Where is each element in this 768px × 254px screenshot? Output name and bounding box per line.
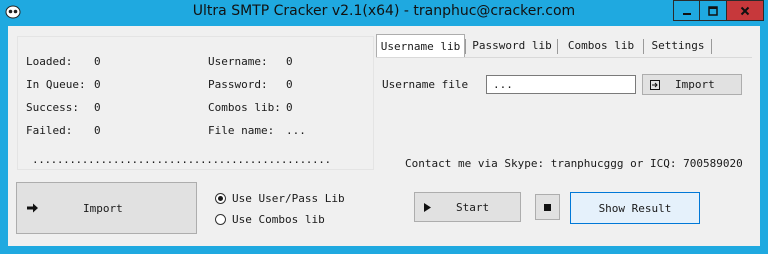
main-import-button[interactable]: Import (16, 182, 197, 234)
username-file-input[interactable]: ... (486, 75, 636, 94)
username-import-label: Import (675, 78, 715, 91)
play-icon (424, 202, 431, 212)
show-result-button[interactable]: Show Result (570, 192, 700, 224)
tab-separator (557, 39, 558, 54)
progress-indicator: ........................................… (32, 153, 331, 166)
use-combos-label[interactable]: Use Combos lib (232, 213, 325, 226)
failed-label: Failed: (26, 124, 73, 137)
tab-password-lib[interactable]: Password lib (470, 36, 554, 57)
close-icon (740, 6, 750, 15)
password-count-value: 0 (286, 78, 293, 91)
start-label: Start (456, 200, 490, 214)
username-file-label: Username file (382, 78, 469, 91)
stop-icon (544, 203, 551, 211)
use-userpass-radio[interactable] (215, 193, 226, 204)
library-tabs: Username lib Password lib Combos lib Set… (376, 34, 752, 172)
tab-combos-lib[interactable]: Combos lib (562, 36, 640, 57)
file-name-label: File name: (208, 124, 275, 137)
failed-value: 0 (94, 124, 101, 137)
main-import-label: Import (83, 201, 123, 215)
tab-separator (643, 39, 644, 54)
minimize-icon (682, 12, 691, 15)
file-name-value: ... (286, 124, 306, 137)
app-window: Ultra SMTP Cracker v2.1(x64) - tranphuc@… (0, 0, 768, 254)
combos-count-label: Combos lib: (208, 101, 281, 114)
use-userpass-label[interactable]: Use User/Pass Lib (232, 192, 345, 205)
loaded-value: 0 (94, 55, 101, 68)
maximize-button[interactable] (700, 0, 727, 21)
success-value: 0 (94, 101, 101, 114)
username-count-label: Username: (208, 55, 268, 68)
loaded-label: Loaded: (26, 55, 73, 68)
close-button[interactable] (727, 0, 764, 21)
tab-settings[interactable]: Settings (648, 36, 708, 57)
show-result-label: Show Result (598, 201, 672, 215)
import-file-icon (650, 79, 660, 90)
tab-separator (465, 39, 466, 54)
username-lib-panel: Username file ... Import Contact me via … (376, 57, 752, 172)
contact-info: Contact me via Skype: tranphucggg or ICQ… (405, 157, 743, 170)
window-title: Ultra SMTP Cracker v2.1(x64) - tranphuc@… (192, 3, 576, 19)
in-queue-label: In Queue: (26, 78, 86, 91)
use-combos-radio[interactable] (215, 214, 226, 225)
in-queue-value: 0 (94, 78, 101, 91)
tab-username-lib[interactable]: Username lib (376, 34, 465, 57)
arrow-right-icon (27, 203, 38, 213)
maximize-icon (708, 5, 718, 16)
title-bar[interactable]: Ultra SMTP Cracker v2.1(x64) - tranphuc@… (0, 0, 768, 26)
success-label: Success: (26, 101, 79, 114)
username-count-value: 0 (286, 55, 293, 68)
combos-count-value: 0 (286, 101, 293, 114)
password-count-label: Password: (208, 78, 268, 91)
stop-button[interactable] (535, 194, 560, 220)
username-import-button[interactable]: Import (642, 74, 742, 95)
start-button[interactable]: Start (414, 192, 521, 222)
stats-panel: Loaded: 0 In Queue: 0 Success: 0 Failed:… (17, 36, 374, 170)
tab-separator (711, 39, 712, 54)
minimize-button[interactable] (673, 0, 700, 21)
client-area: Loaded: 0 In Queue: 0 Success: 0 Failed:… (8, 26, 760, 246)
